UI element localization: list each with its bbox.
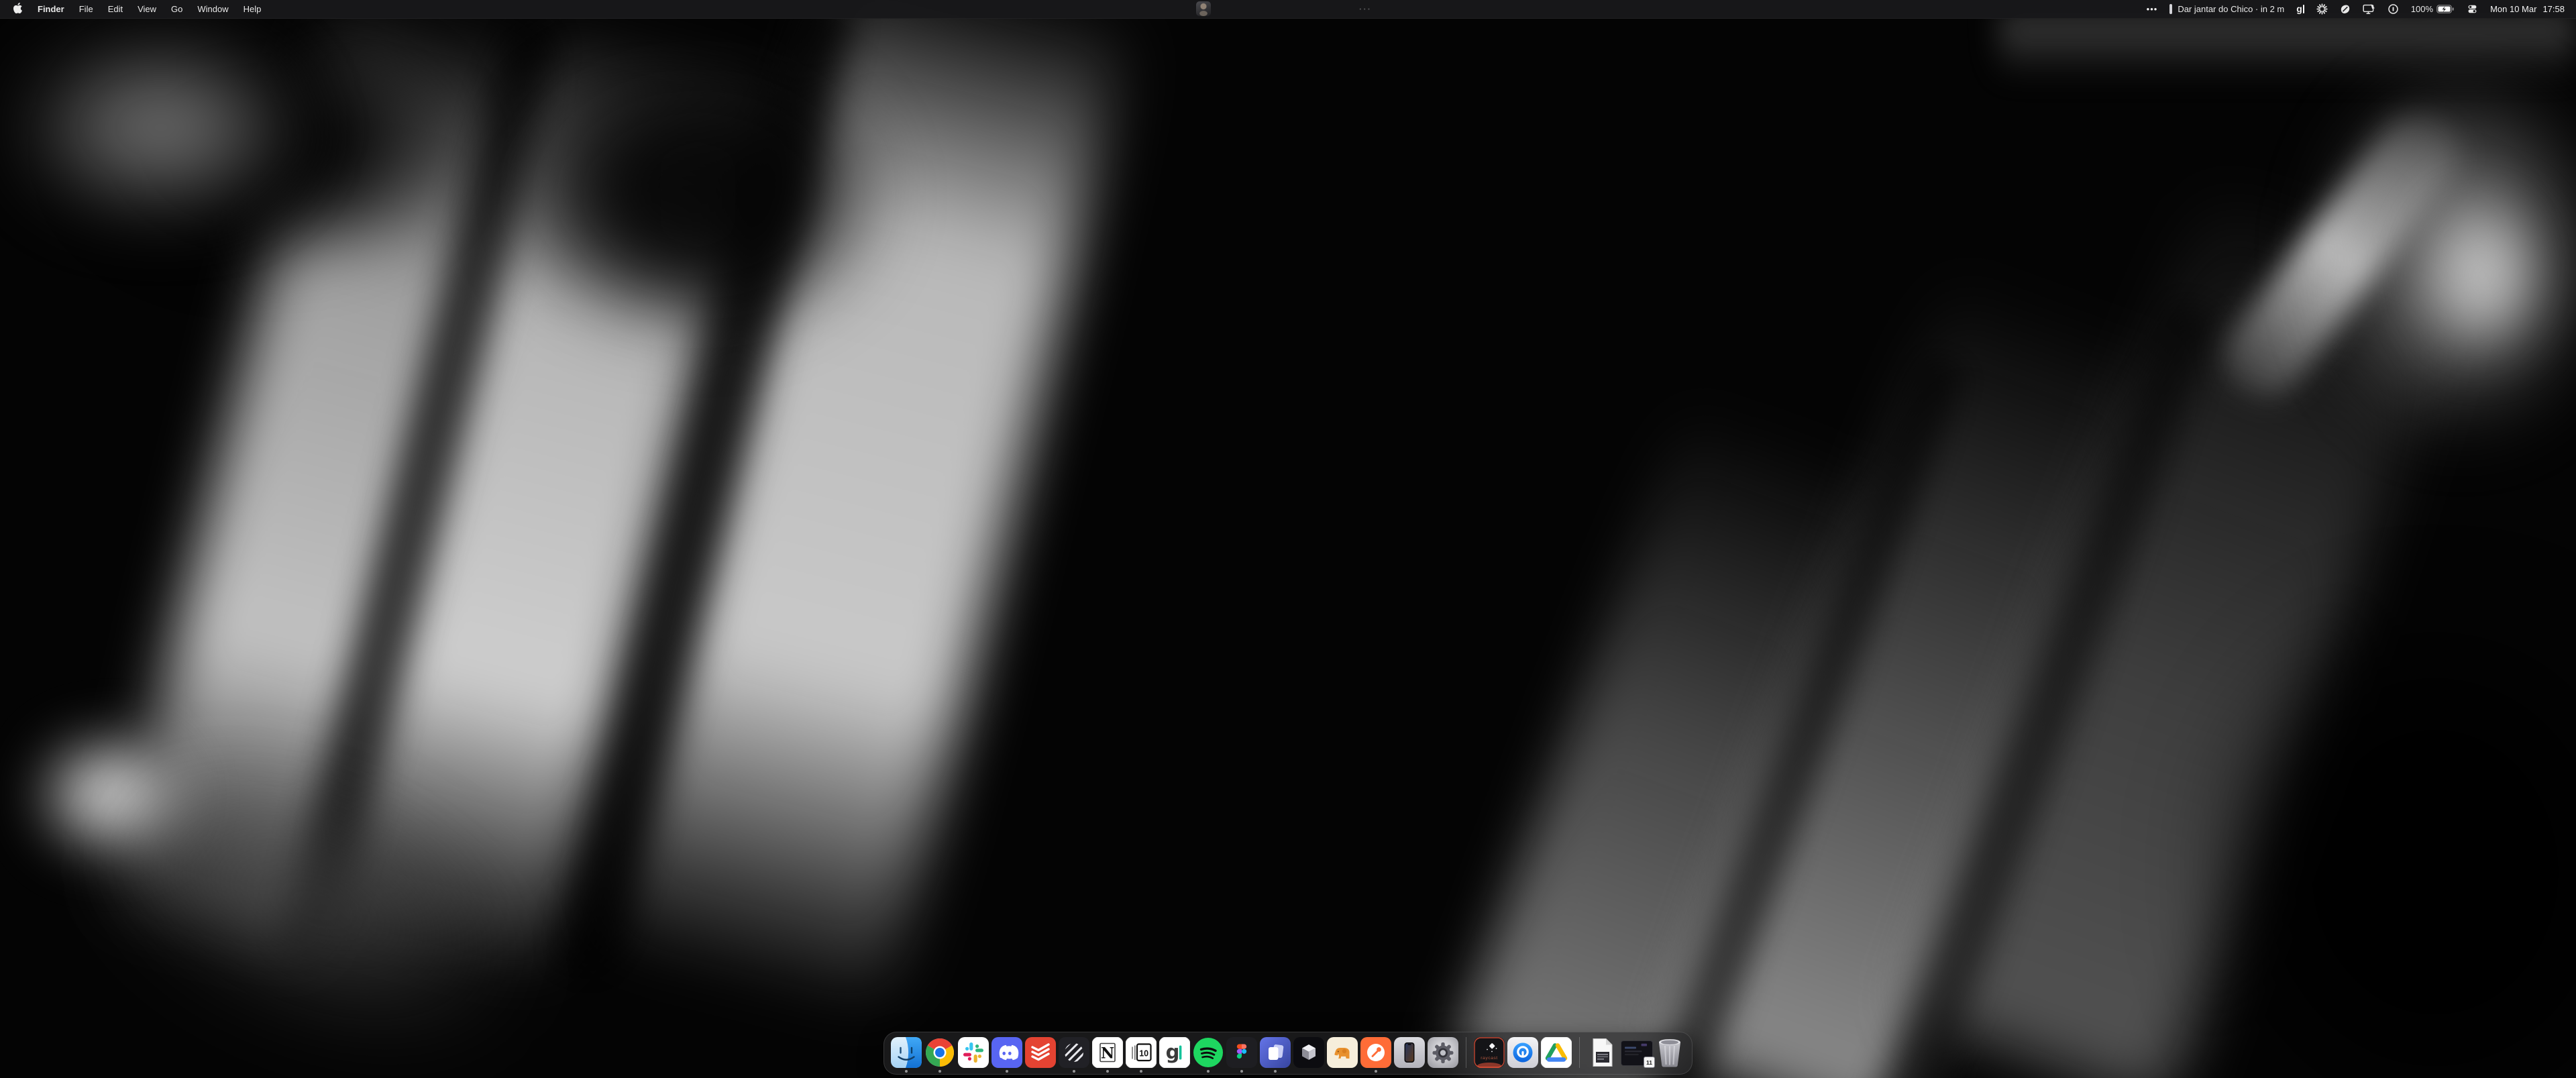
dock-separator [1579,1037,1580,1068]
dock: N 10 g [883,1032,1693,1075]
dock-todoist-icon[interactable] [1025,1037,1056,1068]
dock-elephant-app-icon[interactable] [1327,1037,1358,1068]
dock-slack-icon[interactable] [958,1037,989,1068]
svg-text:raycast: raycast [1481,1056,1497,1061]
dock-linear-icon[interactable] [1059,1037,1089,1068]
sunburst-icon[interactable] [2310,0,2334,18]
dock-google-drive-icon[interactable] [1541,1037,1572,1068]
dock-stacked-cards-app-icon[interactable] [1260,1037,1291,1068]
svg-text:10: 10 [1139,1049,1148,1059]
menu-bar: Finder File Edit View Go Window Help ···… [0,0,2576,19]
svg-text:g: g [1166,1041,1180,1064]
dock-iphone-mirroring-icon[interactable] [1394,1037,1425,1068]
pick-icon[interactable] [2334,0,2357,18]
event-color-bar [2169,4,2172,14]
menubar-clock[interactable]: Mon 10 Mar 17:58 [2484,0,2571,18]
grammarly-icon[interactable]: g [2290,0,2310,18]
menu-go[interactable]: Go [164,0,190,18]
menu-file[interactable]: File [72,0,101,18]
dock-system-settings-icon[interactable] [1428,1037,1458,1068]
battery-status[interactable]: 100% [2405,0,2461,18]
reminder-status-item[interactable]: Dar jantar do Chico · in 2 m [2163,0,2290,18]
dock-spotify-icon[interactable] [1193,1037,1224,1068]
dock-cube-3d-app-icon[interactable] [1293,1037,1324,1068]
dock-document-file-icon[interactable] [1587,1037,1618,1068]
onepassword-icon[interactable] [2381,0,2405,18]
dock-postman-icon[interactable] [1360,1037,1391,1068]
menu-view[interactable]: View [130,0,164,18]
dock-chrome-icon[interactable] [924,1037,955,1068]
menu-bar-status-area: ••• Dar jantar do Chico · in 2 m g [2141,0,2571,18]
menu-bar-left: Finder File Edit View Go Window Help [0,0,268,18]
dock-discord-icon[interactable] [991,1037,1022,1068]
apple-logo-icon [13,3,22,15]
dock-1password-icon[interactable] [1507,1037,1538,1068]
apple-menu[interactable] [7,0,30,18]
menu-help[interactable]: Help [236,0,269,18]
dock-grammarly-icon[interactable]: g [1159,1037,1190,1068]
dock-figma-icon[interactable] [1226,1037,1257,1068]
menu-edit[interactable]: Edit [101,0,130,18]
dock-raycast-icon[interactable]: raycast [1474,1037,1505,1068]
battery-percent: 100% [2411,4,2433,14]
dock-notion-calendar-icon[interactable]: 10 [1126,1037,1157,1068]
svg-text:N: N [1101,1045,1114,1063]
desktop: Finder File Edit View Go Window Help ···… [0,0,2576,1078]
desktop-wallpaper [0,0,2576,1078]
dock-trash-icon[interactable] [1654,1037,1685,1068]
dock-finder-icon[interactable] [891,1037,922,1068]
minimized-window-thumbnail: 11 [1621,1040,1653,1066]
menubar-user-avatar[interactable] [1196,1,1211,16]
dock-notion-icon[interactable]: N [1092,1037,1123,1068]
dock-minimized-window[interactable]: 11 [1621,1037,1652,1068]
calendar-badge: 11 [1644,1057,1655,1068]
control-center-icon[interactable] [2461,0,2484,18]
app-menu-finder[interactable]: Finder [30,0,72,18]
menubar-time: 17:58 [2542,4,2565,14]
overflow-menu-icon[interactable]: ••• [2141,0,2164,18]
hidden-menu-items-icon[interactable]: ··· [1359,0,1372,18]
battery-icon [2436,5,2455,13]
menu-window[interactable]: Window [190,0,235,18]
menubar-date: Mon 10 Mar [2490,4,2536,14]
display-icon[interactable] [2357,0,2381,18]
reminder-text: Dar jantar do Chico · in 2 m [2178,4,2284,14]
